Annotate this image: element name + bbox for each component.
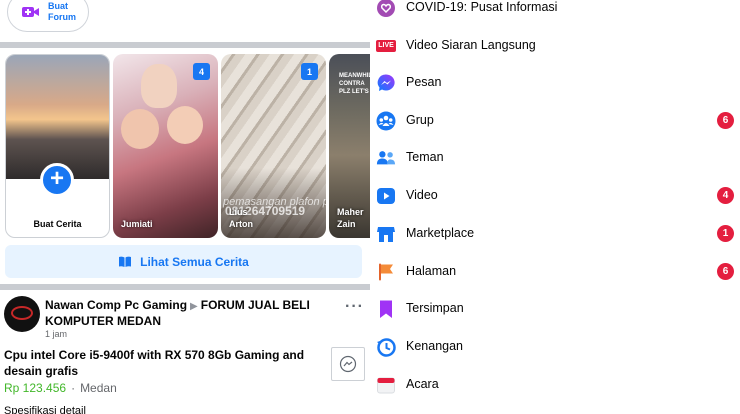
menu-item-label: Teman — [406, 150, 444, 164]
more-options-icon[interactable]: ··· — [345, 298, 364, 316]
marketplace-icon — [376, 224, 396, 244]
video-icon — [376, 186, 396, 206]
menu-item-groups[interactable]: Grup 6 — [370, 102, 740, 138]
story-author-name: Maher Zain — [337, 207, 364, 229]
menu-item-marketplace[interactable]: Marketplace 1 — [370, 215, 740, 251]
menu-item-label: Tersimpan — [406, 301, 464, 315]
friends-icon — [376, 148, 396, 168]
story-card-lius-arton[interactable]: pemasangan plafon pvc 081264709519 1 Liu… — [221, 54, 326, 238]
menu-item-pages[interactable]: Halaman 6 — [370, 253, 740, 289]
menu-item-label: Halaman — [406, 264, 457, 278]
post-title: Cpu intel Core i5-9400f with RX 570 8Gb … — [4, 348, 305, 378]
triangle-right-icon: ▶ — [190, 301, 198, 312]
menu-item-label: Video Siaran Langsung — [406, 38, 536, 52]
message-seller-button[interactable] — [331, 347, 365, 381]
notification-count-badge: 4 — [717, 187, 734, 204]
live-icon: LIVE — [376, 36, 396, 56]
menu-item-memories[interactable]: Kenangan — [370, 328, 740, 364]
menu-item-video[interactable]: Video 4 — [370, 177, 740, 213]
see-all-stories-button[interactable]: Lihat Semua Cerita — [5, 245, 362, 278]
create-forum-button[interactable]: Buat Forum — [7, 0, 89, 32]
shortcut-menu-pane: COVID-19: Pusat Informasi LIVE Video Sia… — [370, 0, 740, 414]
memories-clock-icon — [376, 337, 396, 357]
menu-item-messages[interactable]: Pesan — [370, 64, 740, 100]
notification-count-badge: 6 — [717, 263, 734, 280]
menu-item-label: COVID-19: Pusat Informasi — [406, 0, 558, 14]
post-author-avatar[interactable] — [4, 296, 40, 332]
story-count-badge: 1 — [301, 63, 318, 80]
post-price-line: Rp 123.456 · Medan — [4, 381, 117, 395]
menu-item-label: Grup — [406, 113, 434, 127]
menu-item-label: Kenangan — [406, 339, 464, 353]
rog-logo-icon — [11, 306, 33, 320]
post-location: Medan — [80, 381, 117, 395]
story-card-maher-zain[interactable]: MEANWHILE CONTRA PLZ LET'S M Maher Zain — [329, 54, 370, 238]
create-story-card[interactable]: + Buat Cerita — [5, 54, 110, 238]
menu-item-label: Marketplace — [406, 226, 475, 240]
create-story-label: Buat Cerita — [33, 219, 82, 229]
menu-item-saved[interactable]: Tersimpan — [370, 290, 740, 326]
story-photo — [141, 64, 177, 108]
menu-item-events[interactable]: Acara — [370, 366, 740, 402]
menu-item-label: Pesan — [406, 75, 442, 89]
post-spec-label: Spesifikasi detail — [4, 405, 86, 414]
live-icon-text: LIVE — [376, 40, 396, 52]
menu-item-label: Video — [406, 188, 438, 202]
plus-icon[interactable]: + — [40, 163, 74, 197]
separator-dot: · — [71, 381, 76, 395]
post-timestamp: 1 jam — [45, 329, 68, 339]
story-card-jumiati[interactable]: 4 Jumiati — [113, 54, 218, 238]
create-forum-label: Buat Forum — [48, 1, 76, 22]
notification-count-badge: 6 — [717, 112, 734, 129]
events-calendar-icon — [376, 375, 396, 395]
menu-item-live-video[interactable]: LIVE Video Siaran Langsung — [370, 27, 740, 63]
messenger-outline-icon — [339, 355, 357, 373]
pages-flag-icon — [376, 262, 396, 282]
menu-item-friends[interactable]: Teman — [370, 139, 740, 175]
story-count-badge: 4 — [193, 63, 210, 80]
notification-count-badge: 1 — [717, 225, 734, 242]
profile-photo — [6, 55, 109, 179]
covid-heart-icon — [376, 0, 396, 18]
section-divider — [0, 42, 370, 48]
section-divider — [0, 284, 370, 290]
menu-item-label: Acara — [406, 377, 439, 391]
book-icon — [119, 256, 132, 267]
groups-icon — [376, 111, 396, 131]
messenger-icon — [376, 73, 396, 93]
see-all-stories-label: Lihat Semua Cerita — [140, 254, 249, 269]
story-author-name: Lius Arton — [229, 207, 253, 229]
post-price: Rp 123.456 — [4, 381, 67, 395]
story-author-name: Jumiati — [121, 219, 153, 229]
news-feed-pane: Buat Forum + Buat Cerita 4 Jumiati pemas… — [0, 0, 370, 414]
video-camera-icon — [22, 7, 39, 17]
saved-bookmark-icon — [376, 299, 396, 319]
post-author-name[interactable]: Nawan Comp Pc Gaming — [45, 298, 187, 312]
menu-item-covid[interactable]: COVID-19: Pusat Informasi — [370, 0, 740, 25]
story-overlay-text: MEANWHILE CONTRA PLZ LET'S M — [339, 73, 370, 95]
post-header: Nawan Comp Pc Gaming ▶ FORUM JUAL BELI KOM… — [45, 298, 335, 329]
